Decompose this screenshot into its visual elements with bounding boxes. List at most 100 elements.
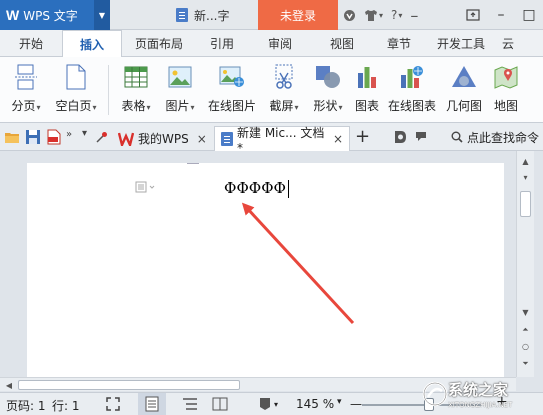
app-name: WPS 文字	[23, 8, 78, 23]
pdf-export-icon[interactable]	[46, 129, 62, 145]
app-menu-button[interactable]: W WPS 文字 ▼	[0, 0, 110, 30]
map-label: 地图	[493, 99, 518, 113]
zoom-out-button[interactable]: —	[350, 397, 362, 411]
site-watermark: 系统之家 XITONGZHIJIA.NET	[418, 377, 543, 415]
zoom-level[interactable]: 145 %	[296, 397, 334, 411]
title-doc-name: 新...字	[194, 8, 230, 23]
ribbon-tab-bar: 开始 插入 页面布局 引用 审阅 视图 章节 开发工具 云	[0, 30, 543, 57]
window-controls: – □	[459, 0, 543, 30]
scissors-icon	[271, 63, 297, 91]
maximize-window-icon[interactable]: □	[515, 0, 543, 30]
watermark-text: 系统之家	[448, 381, 509, 399]
scroll-left-icon[interactable]: ◀	[3, 379, 15, 391]
watermark-subtext: XITONGZHIJIA.NET	[448, 401, 513, 409]
table-label: 表格	[121, 99, 146, 113]
blank-page-icon	[63, 63, 89, 91]
horizontal-scroll-thumb[interactable]	[18, 380, 240, 390]
save-icon[interactable]	[25, 129, 41, 145]
annotation-arrow	[241, 202, 355, 325]
open-folder-icon[interactable]	[4, 129, 20, 145]
map-icon	[493, 63, 519, 91]
title-tools: ▾ ? ▾ –	[343, 0, 418, 30]
title-bar: W WPS 文字 ▼ 新...字 未登录 ▾ ? ▾ – – □	[0, 0, 543, 30]
page-view-icon[interactable]	[138, 393, 166, 415]
pin-icon[interactable]	[94, 129, 110, 145]
command-search[interactable]: 点此查找命令	[451, 126, 539, 148]
quick-access-bar: » ▾ 我的WPS × 新建 Mic... 文档 * × + 点此查找命令	[0, 123, 543, 155]
title-doc-tab[interactable]: 新...字	[176, 5, 229, 25]
online-chart-button[interactable]: 在线图表	[386, 61, 438, 119]
new-tab-button[interactable]: +	[355, 126, 370, 147]
scroll-down-icon[interactable]: ▼	[519, 306, 532, 319]
online-picture-button[interactable]: 在线图片	[206, 61, 258, 119]
next-page-icon[interactable]: ⏷	[519, 357, 532, 370]
fullscreen-icon[interactable]	[106, 397, 120, 411]
table-button[interactable]: 表格▾	[116, 61, 156, 119]
tab-page-layout[interactable]: 页面布局	[122, 30, 196, 56]
tab-home[interactable]: 开始	[0, 30, 62, 56]
shape-label: 形状	[313, 99, 338, 113]
tab-view[interactable]: 视图	[312, 30, 372, 56]
shirt-icon[interactable]: ▾	[364, 9, 383, 22]
online-chart-icon	[399, 63, 425, 91]
tab-review[interactable]: 审阅	[248, 30, 312, 56]
picture-label: 图片	[165, 99, 190, 113]
blank-page-button[interactable]: 空白页▾	[50, 61, 102, 119]
tab-cloud[interactable]: 云	[496, 30, 543, 56]
tab-insert[interactable]: 插入	[62, 30, 122, 57]
document-menu-icon[interactable]	[414, 129, 430, 145]
page-break-label: 分页	[11, 99, 36, 113]
blank-page-label: 空白页	[55, 99, 92, 113]
minimize-window-icon[interactable]: –	[487, 0, 515, 30]
ribbon-toolbar: 分页▾ 空白页▾ 表格▾ 图片▾ 在线图片 截屏▾ 形状▾ 图表 在线图表 几何…	[0, 57, 543, 123]
wps-logo: W	[6, 7, 20, 23]
map-button[interactable]: 地图	[490, 61, 522, 119]
select-browse-icon[interactable]: ○	[519, 340, 532, 353]
document-icon	[176, 8, 188, 22]
restore-window-icon[interactable]	[459, 0, 487, 30]
tab-current-document[interactable]: 新建 Mic... 文档 * ×	[214, 126, 350, 155]
shape-button[interactable]: 形状▾	[308, 61, 348, 119]
scroll-toggle-icon[interactable]: ▾	[519, 171, 532, 184]
minimize-ribbon-icon[interactable]: –	[410, 6, 418, 25]
page-break-button[interactable]: 分页▾	[6, 61, 46, 119]
line-number[interactable]: 行: 1	[52, 397, 80, 414]
login-button[interactable]: 未登录	[258, 0, 338, 30]
screenshot-button[interactable]: 截屏▾	[264, 61, 304, 119]
read-view-icon[interactable]	[212, 397, 228, 411]
search-icon	[451, 131, 463, 143]
vertical-scrollbar[interactable]: ▲ ▾ ▼ ⏶ ○ ⏷	[516, 151, 534, 377]
app-menu-chevron-down-icon[interactable]: ▼	[94, 0, 110, 30]
geometry-icon	[451, 63, 477, 91]
customize-dropdown-icon[interactable]: ▾	[82, 128, 87, 139]
close-tab-current-document-icon[interactable]: ×	[333, 132, 343, 146]
document-area: ФΦФΦФ	[0, 151, 516, 383]
tab-my-wps[interactable]: 我的WPS ×	[112, 126, 213, 151]
shape-icon	[315, 63, 341, 91]
scroll-up-icon[interactable]: ▲	[519, 155, 532, 168]
tab-references[interactable]: 引用	[196, 30, 248, 56]
document-icon	[221, 132, 233, 146]
tab-section[interactable]: 章节	[372, 30, 426, 56]
watermark-logo-icon	[422, 381, 448, 407]
page-break-icon	[13, 63, 39, 91]
zoom-dropdown-icon[interactable]: ▾	[337, 397, 342, 407]
more-chevron-icon[interactable]: »	[66, 129, 72, 140]
vertical-scroll-thumb[interactable]	[520, 191, 531, 217]
geometry-button[interactable]: 几何图	[444, 61, 484, 119]
close-tab-my-wps-icon[interactable]: ×	[197, 132, 207, 146]
prev-page-icon[interactable]: ⏶	[519, 323, 532, 336]
ribbon-separator	[108, 65, 109, 115]
chart-button[interactable]: 图表	[352, 61, 382, 119]
doc-roaming-icon[interactable]	[392, 129, 408, 145]
picture-button[interactable]: 图片▾	[160, 61, 200, 119]
command-search-label: 点此查找命令	[466, 130, 539, 145]
page-number[interactable]: 页码: 1	[6, 397, 46, 414]
tab-current-document-label: 新建 Mic... 文档 *	[237, 125, 325, 155]
bar-chart-icon	[354, 63, 380, 91]
web-view-icon[interactable]: ▾	[258, 397, 278, 411]
skin-icon[interactable]	[343, 9, 356, 22]
help-icon[interactable]: ? ▾	[391, 8, 402, 22]
tab-developer[interactable]: 开发工具	[426, 30, 496, 56]
outline-view-icon[interactable]	[182, 397, 198, 411]
